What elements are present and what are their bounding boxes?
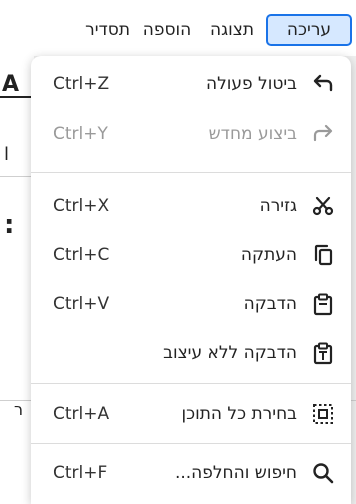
menu-item-paste[interactable]: הדבקה Ctrl+V: [31, 282, 351, 326]
shortcut-label: Ctrl+C: [53, 245, 110, 265]
shortcut-label: Ctrl+Z: [53, 74, 110, 94]
menu-edit[interactable]: עריכה: [266, 14, 352, 46]
menu-item-undo[interactable]: ביטול פעולה Ctrl+Z: [31, 62, 351, 106]
paste-icon: [311, 292, 335, 316]
menu-item-redo[interactable]: ביצוע מחדש Ctrl+Y: [31, 112, 351, 156]
copy-icon: [311, 243, 335, 267]
menu-separator: [31, 443, 351, 444]
cut-icon: [311, 194, 335, 218]
menu-item-label: העתקה: [240, 245, 297, 265]
shortcut-label: Ctrl+Y: [53, 124, 108, 144]
undo-icon: [311, 72, 335, 96]
menu-item-find-replace[interactable]: חיפוש והחלפה... Ctrl+F: [31, 451, 351, 495]
menu-item-label: חיפוש והחלפה...: [174, 463, 297, 483]
menu-item-copy[interactable]: העתקה Ctrl+C: [31, 233, 351, 277]
shortcut-label: Ctrl+F: [53, 463, 108, 483]
search-icon: [311, 461, 335, 485]
shortcut-label: Ctrl+X: [53, 196, 110, 216]
menu-bar: עריכה תצוגה הוספה תסדיר: [0, 0, 356, 56]
background-text: ר: [14, 400, 24, 419]
menu-item-label: הדבקה: [243, 294, 297, 314]
menu-item-label: גזירה: [259, 196, 297, 216]
paste-without-formatting-icon: [311, 341, 335, 365]
shortcut-label: Ctrl+V: [53, 294, 110, 314]
menu-separator: [31, 172, 351, 173]
menu-item-label: הדבקה ללא עיצוב: [163, 343, 297, 363]
background-text: l: [4, 144, 10, 165]
menu-format[interactable]: תסדיר: [0, 14, 130, 46]
menu-view[interactable]: תצוגה: [201, 14, 263, 46]
menu-item-cut[interactable]: גזירה Ctrl+X: [31, 184, 351, 228]
menu-item-paste-without-formatting[interactable]: הדבקה ללא עיצוב: [31, 331, 351, 375]
redo-icon: [311, 122, 335, 146]
menu-separator: [31, 383, 351, 384]
shortcut-label: Ctrl+A: [53, 404, 110, 424]
divider: [0, 176, 34, 177]
background-text: :: [4, 210, 15, 240]
menu-item-select-all[interactable]: בחירת כל התוכן Ctrl+A: [31, 392, 351, 436]
select-all-icon: [311, 402, 335, 426]
edit-menu-dropdown: ביטול פעולה Ctrl+Z ביצוע מחדש Ctrl+Y גזי…: [31, 56, 351, 504]
background-text: A: [2, 72, 20, 97]
menu-insert[interactable]: הוספה: [135, 14, 199, 46]
menu-item-label: ביטול פעולה: [205, 74, 297, 94]
document-left-margin: [0, 56, 34, 504]
menu-item-label: בחירת כל התוכן: [181, 404, 298, 424]
menu-item-label: ביצוע מחדש: [208, 124, 297, 144]
